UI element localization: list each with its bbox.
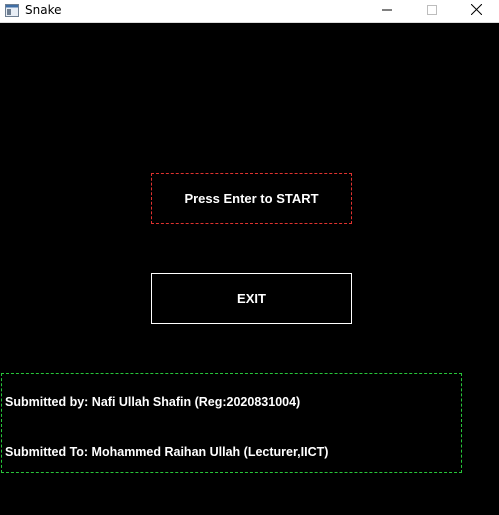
minimize-icon [381, 2, 392, 20]
close-button[interactable] [454, 0, 499, 22]
exit-button[interactable]: EXIT [151, 273, 352, 324]
start-button[interactable]: Press Enter to START [151, 173, 352, 224]
submitted-by-text: Submitted by: Nafi Ullah Shafin (Reg:202… [5, 395, 301, 409]
snake-window: Snake Press Enter to START EXIT Submitte… [0, 0, 499, 515]
minimize-button[interactable] [364, 0, 409, 22]
app-window-icon [5, 4, 19, 17]
start-label: Press Enter to START [184, 191, 319, 206]
maximize-button[interactable] [409, 0, 454, 22]
credits-panel: Submitted by: Nafi Ullah Shafin (Reg:202… [1, 373, 462, 473]
submitted-to-text: Submitted To: Mohammed Raihan Ullah (Lec… [5, 445, 329, 459]
close-icon [470, 2, 483, 20]
title-bar[interactable]: Snake [0, 0, 499, 23]
maximize-icon [426, 2, 437, 20]
exit-label: EXIT [237, 291, 266, 306]
game-canvas[interactable]: Press Enter to START EXIT Submitted by: … [0, 23, 499, 515]
window-title: Snake [25, 3, 62, 17]
